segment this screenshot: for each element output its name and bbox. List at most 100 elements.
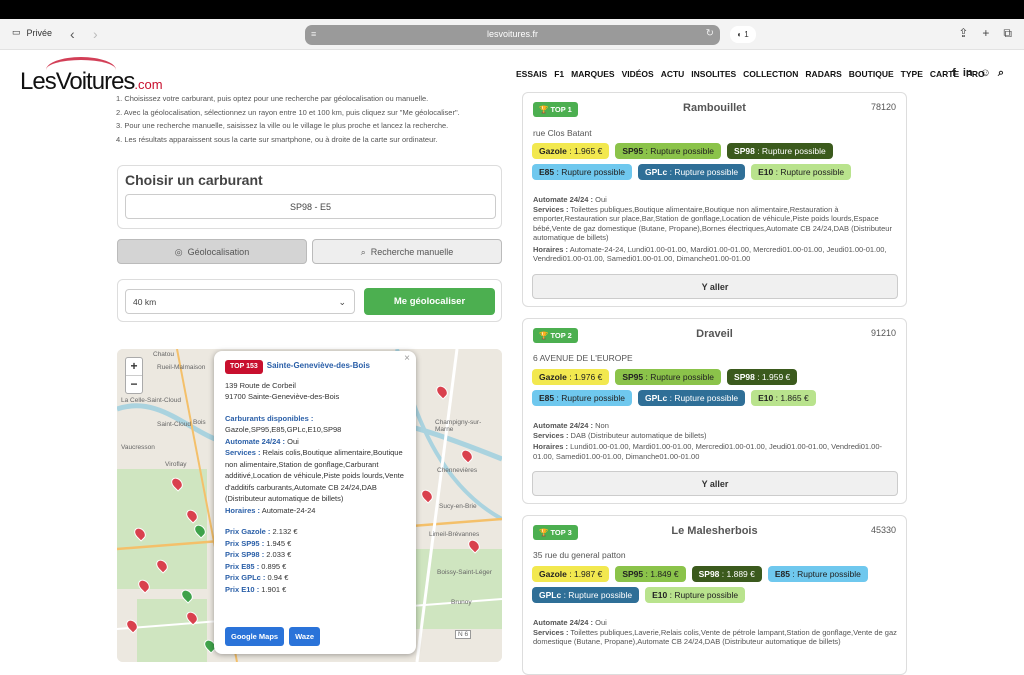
close-icon[interactable]: ×	[404, 353, 410, 365]
fuel-name: GPLc	[539, 590, 562, 600]
logo-main: LesVoitures	[20, 68, 135, 95]
directions-button[interactable]: Y aller	[532, 471, 898, 496]
popup-price-value: 1.901 €	[261, 584, 287, 594]
fuel-name: Gazole	[539, 569, 567, 579]
h24-value: Oui	[595, 618, 607, 627]
services-value: Toilettes publiques,Laverie,Relais colis…	[533, 627, 897, 647]
fuel-value: Rupture possible	[674, 590, 739, 600]
tab-count-badge[interactable]: ◐ 1	[730, 26, 756, 43]
popup-price-row: Prix GPLc : 0.94 €	[225, 572, 405, 584]
fuel-name: E10	[652, 590, 668, 600]
geolocation-card: 40 km ⌄ Me géolocaliser	[117, 279, 502, 322]
forward-icon[interactable]: ›	[93, 26, 98, 42]
popup-price-value: 2.132 €	[272, 527, 298, 536]
popup-fuels: Gazole,SP95,E85,GPLc,E10,SP98	[225, 425, 342, 434]
menu-item-radars[interactable]: RADARS	[805, 69, 841, 79]
fuel-value: 1.889 €	[726, 569, 755, 579]
instruction-step: 3. Pour une recherche manuelle, saisisse…	[116, 121, 449, 130]
fuel-name: SP95	[622, 146, 644, 156]
google-maps-button[interactable]: Google Maps	[225, 626, 285, 646]
linkedin-icon[interactable]: in	[963, 67, 973, 80]
share-icon[interactable]: ⇪	[958, 26, 968, 41]
fuel-chip-e85: E85 : Rupture possible	[767, 566, 868, 582]
menu-item-vidéos[interactable]: VIDÉOS	[622, 69, 654, 79]
map-label: Viroflay	[165, 461, 187, 468]
popup-price-row: Prix SP98 : 2.033 €	[225, 549, 405, 561]
menu-item-f1[interactable]: F1	[554, 69, 564, 79]
popup-price-row: Prix Gazole : 2.132 €	[225, 526, 405, 538]
facebook-icon[interactable]: f	[952, 67, 956, 80]
instructions-list: 1. Choisissez votre carburant, puis opte…	[116, 92, 506, 146]
popup-price-value: 2.033 €	[266, 550, 292, 559]
menu-item-marques[interactable]: MARQUES	[571, 69, 614, 79]
tab-geolocation[interactable]: ◎ Géolocalisation	[117, 239, 307, 264]
instruction-step: 1. Choisissez votre carburant, puis opte…	[116, 94, 429, 103]
menu-item-insolites[interactable]: INSOLITES	[691, 69, 736, 79]
fuel-picker-title: Choisir un carburant	[125, 172, 263, 188]
fuel-chip-e85: E85 : Rupture possible	[532, 390, 633, 406]
menu-item-actu[interactable]: ACTU	[661, 69, 685, 79]
tab-geolocation-label: Géolocalisation	[187, 247, 250, 257]
tab-manual-label: Recherche manuelle	[370, 247, 454, 257]
browser-toolbar: ▭ Privée ‹ › ≡ lesvoitures.fr ↻ ◐ 1 ⇪ + …	[0, 19, 1024, 50]
fuel-chip-e10: E10 : 1.865 €	[751, 390, 816, 406]
services-label: Services :	[533, 627, 569, 637]
radius-select[interactable]: 40 km ⌄	[125, 289, 355, 314]
menu-item-collection[interactable]: COLLECTION	[743, 69, 798, 79]
fuel-name: E10	[758, 167, 774, 177]
geolocate-button[interactable]: Me géolocaliser	[364, 288, 495, 315]
fuel-name: E10	[758, 393, 774, 403]
fuel-value: Rupture possible	[561, 167, 626, 177]
sidebar-icon: ▭	[12, 27, 21, 37]
menu-item-essais[interactable]: ESSAIS	[516, 69, 547, 79]
station-popup: × TOP 153 Sainte-Geneviève-des-Bois 139 R…	[214, 351, 416, 654]
h24-label: Automate 24/24 :	[533, 421, 594, 430]
fuel-value: 1.965 €	[573, 146, 603, 156]
fuel-name: Gazole	[539, 146, 567, 156]
zoom-out-button[interactable]: −	[126, 375, 142, 393]
directions-button[interactable]: Y aller	[532, 274, 898, 299]
fuel-name: SP95	[622, 569, 644, 579]
fuel-select[interactable]: SP98 - E5	[125, 194, 496, 219]
address-bar[interactable]: ≡ lesvoitures.fr ↻	[305, 25, 720, 45]
fuel-value: Rupture possible	[761, 146, 826, 156]
fuel-value: Rupture possible	[650, 372, 715, 382]
popup-address-line1: 139 Route de Corbeil	[225, 380, 296, 390]
user-icon[interactable]: ☺	[980, 67, 991, 80]
reload-icon[interactable]: ↻	[706, 28, 714, 39]
zoom-in-button[interactable]: +	[126, 358, 142, 375]
logo-suffix: .com	[134, 77, 163, 92]
popup-hours: Automate-24-24	[261, 505, 316, 515]
search-icon[interactable]: ⌕	[998, 67, 1004, 80]
waze-button[interactable]: Waze	[289, 626, 320, 646]
popup-h24-label: Automate 24/24 :	[225, 436, 286, 446]
private-tab-button[interactable]: ▭ Privée	[12, 27, 52, 38]
services-label: Services :	[533, 204, 569, 214]
station-zip: 91210	[870, 328, 896, 338]
fuel-value: 1.959 €	[761, 372, 791, 382]
fuel-chip-e10: E10 : Rupture possible	[751, 164, 852, 180]
popup-price-row: Prix SP95 : 1.945 €	[225, 538, 405, 550]
station-zip: 45330	[870, 525, 896, 535]
popup-hours-label: Horaires :	[225, 505, 261, 515]
station-city: Le Malesherbois	[671, 525, 758, 537]
menu-item-boutique[interactable]: BOUTIQUE	[849, 69, 894, 79]
back-icon[interactable]: ‹	[70, 26, 75, 42]
popup-h24: Oui	[287, 436, 299, 446]
station-details: Automate 24/24 : Oui Services : Toilette…	[533, 195, 898, 264]
fuel-name: Gazole	[539, 372, 567, 382]
fuel-name: SP98	[734, 372, 755, 382]
instruction-step: 4. Les résultats apparaissent sous la ca…	[116, 134, 438, 144]
map-label: Boissy-Saint-Léger	[437, 569, 492, 576]
popup-services-label: Services :	[225, 448, 261, 457]
h24-label: Automate 24/24 :	[533, 618, 594, 627]
station-city: Rambouillet	[683, 102, 746, 114]
menu-item-type[interactable]: TYPE	[901, 69, 923, 79]
tab-manual-search[interactable]: ⌕ Recherche manuelle	[312, 239, 502, 264]
fuel-value: 1.849 €	[650, 569, 679, 579]
new-tab-icon[interactable]: +	[982, 26, 989, 41]
tabs-overview-icon[interactable]: ⧉	[1003, 26, 1012, 41]
map-label: Vaucresson	[121, 444, 155, 451]
fuel-value: Rupture possible	[797, 569, 861, 579]
hours-label: Horaires :	[533, 244, 569, 254]
